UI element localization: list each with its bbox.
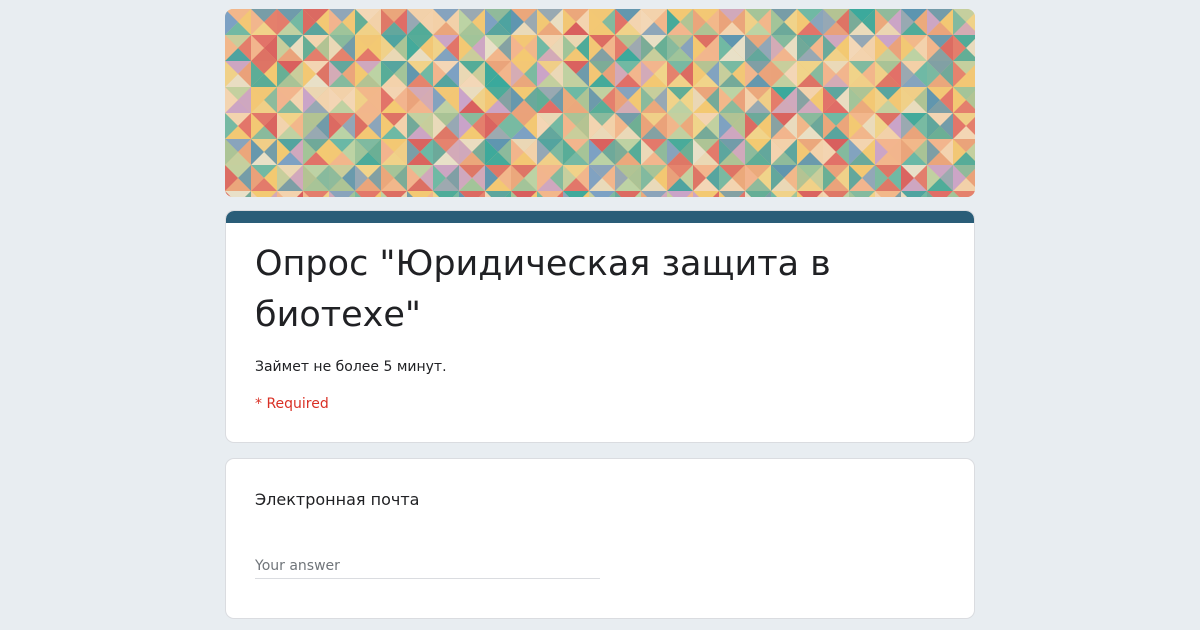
form-title-card: Опрос "Юридическая защита в биотехе" Зай… [226, 211, 974, 442]
header-banner-image [225, 9, 975, 197]
banner-mosaic-pattern [225, 9, 975, 197]
form-description: Займет не более 5 минут. [255, 359, 447, 375]
form-title: Опрос "Юридическая защита в биотехе" [255, 244, 831, 335]
question-label-email: Электронная почта [255, 490, 420, 509]
required-note: * Required [255, 396, 329, 412]
question-card-email: Электронная почта [226, 459, 974, 618]
email-answer-input[interactable] [255, 553, 600, 579]
title-card-accent-bar [226, 211, 974, 223]
